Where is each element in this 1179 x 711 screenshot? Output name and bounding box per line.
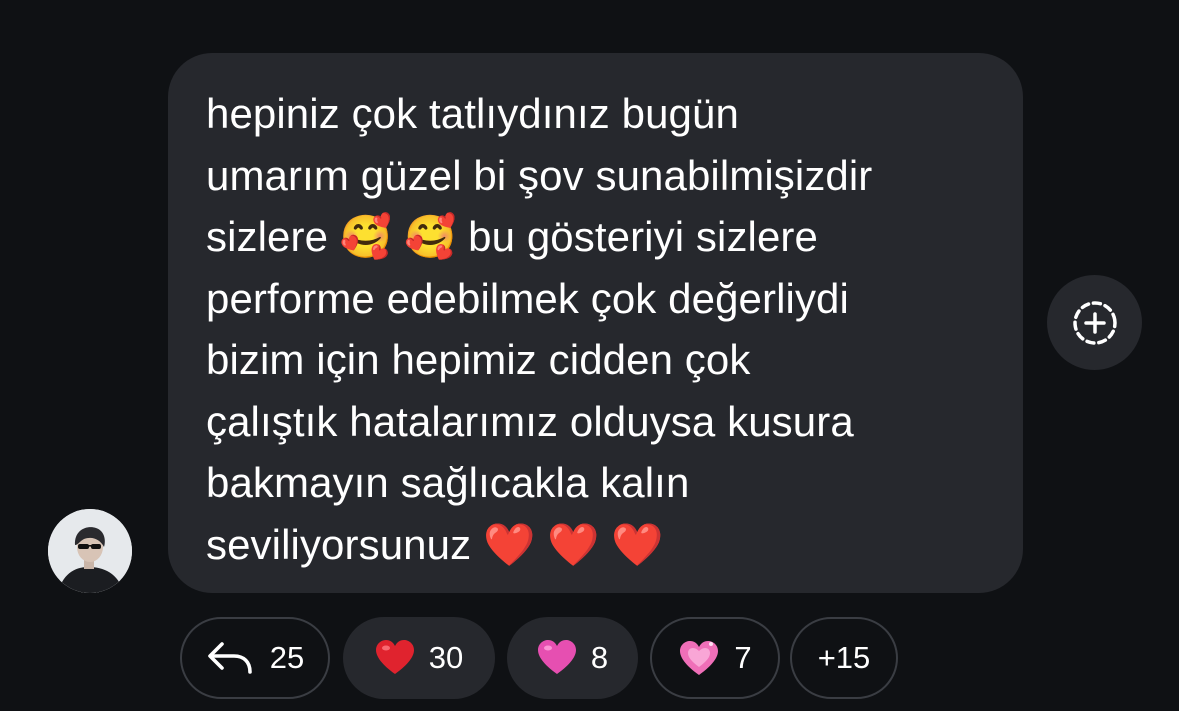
reaction-red-heart[interactable]: 30 <box>343 617 495 699</box>
reply-count: 25 <box>269 640 305 675</box>
reaction-sparkling-heart[interactable]: 7 <box>650 617 780 699</box>
message-line: sizlere 🥰 🥰 bu gösteriyi sizlere <box>206 213 818 260</box>
sparkling-heart-count: 7 <box>734 640 752 675</box>
avatar-image <box>48 509 132 593</box>
message-line: seviliyorsunuz ❤️ ❤️ ❤️ <box>206 520 664 568</box>
message-line: çalıştık hatalarımız olduysa kusura <box>206 397 854 445</box>
red-heart-icon <box>375 640 414 674</box>
message-bubble[interactable]: hepiniz çok tatlıydınız bugün umarım güz… <box>168 53 1023 593</box>
reaction-pink-heart[interactable]: 8 <box>507 617 638 699</box>
add-reaction-icon <box>1072 300 1117 345</box>
message-line: performe edebilmek çok değerliydi <box>206 274 849 322</box>
message-line: hepiniz çok tatlıydınız bugün <box>206 90 739 137</box>
add-reaction-button[interactable] <box>1047 275 1142 370</box>
more-reactions-button[interactable]: +15 <box>790 617 898 699</box>
red-heart-count: 30 <box>428 640 464 675</box>
message-line: bakmayın sağlıcakla kalın <box>206 459 690 506</box>
pink-heart-count: 8 <box>590 640 609 675</box>
message-line: umarım güzel bi şov sunabilmişizdir <box>206 151 873 199</box>
reply-count-button[interactable]: 25 <box>180 617 330 699</box>
sparkling-heart-icon <box>680 641 719 675</box>
more-reactions-label: +15 <box>817 640 871 675</box>
pink-heart-icon <box>537 640 576 674</box>
message-line: bizim için hepimiz cidden çok <box>206 336 751 383</box>
reply-arrow-icon <box>207 642 252 674</box>
avatar[interactable] <box>48 509 132 593</box>
